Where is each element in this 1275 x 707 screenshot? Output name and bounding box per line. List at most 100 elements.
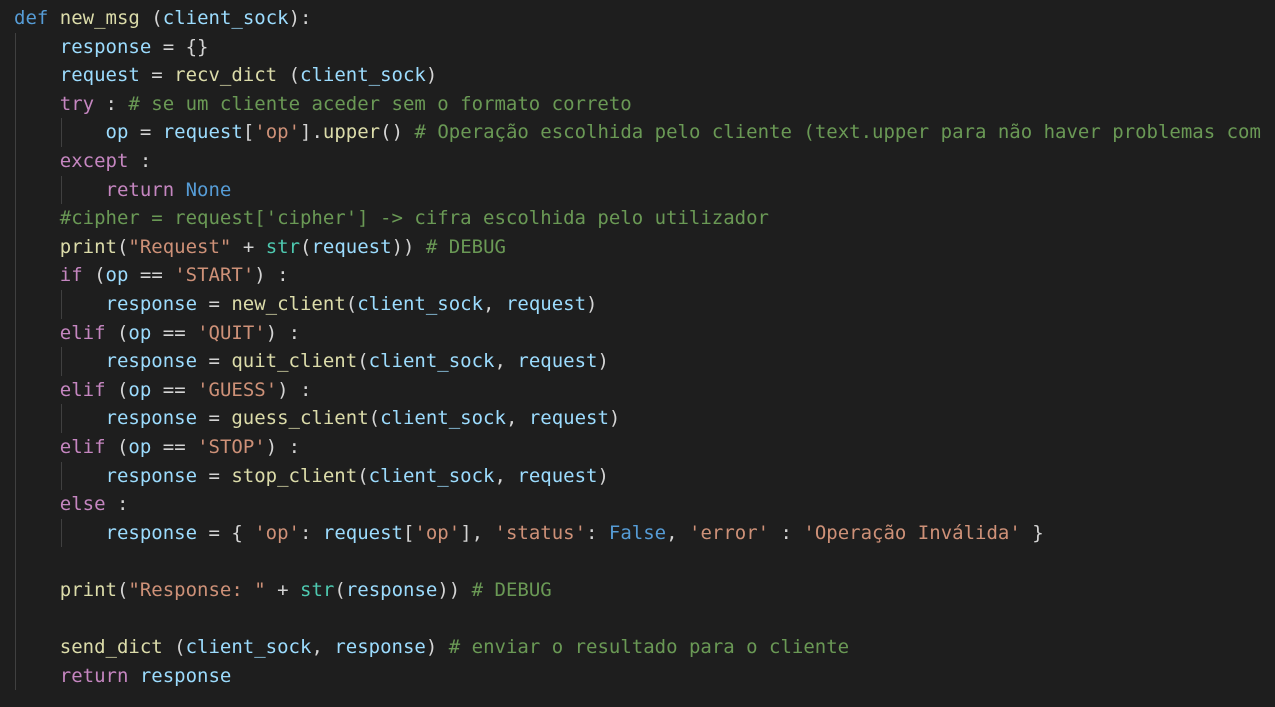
code-line[interactable]: return response: [14, 661, 1261, 691]
code-line[interactable]: except :: [14, 146, 1261, 176]
indent-guide: [15, 204, 16, 233]
code-token: (: [116, 578, 129, 601]
code-token: send_dict: [59, 636, 163, 659]
code-token: :: [94, 92, 129, 115]
code-token: op: [128, 321, 152, 344]
code-token: if: [59, 264, 83, 287]
code-token: "Response: ": [128, 578, 266, 601]
code-token: (: [300, 235, 312, 258]
code-token: :: [300, 521, 323, 544]
indent-guide: [60, 347, 62, 376]
code-line[interactable]: response = { 'op': request['op'], 'statu…: [14, 518, 1261, 548]
code-token: # se um cliente aceder sem o formato cor…: [128, 92, 632, 115]
code-token: (: [368, 407, 381, 430]
code-line[interactable]: elif (op == 'STOP') :: [14, 432, 1261, 462]
code-token: =: [197, 292, 232, 315]
code-line[interactable]: response = stop_client(client_sock, requ…: [14, 461, 1261, 491]
indent-guide: [15, 146, 16, 176]
code-line[interactable]: if (op == 'START') :: [14, 261, 1261, 290]
code-token: = {}: [151, 35, 209, 58]
code-line[interactable]: elif (op == 'QUIT') :: [14, 318, 1261, 348]
code-line[interactable]: else :: [14, 490, 1261, 519]
code-token: #cipher = request['cipher'] -> cifra esc…: [59, 207, 769, 230]
code-line[interactable]: def new_msg (client_sock):: [14, 4, 1261, 33]
code-line[interactable]: print("Request" + str(request)) # DEBUG: [14, 232, 1261, 262]
code-token: =: [197, 464, 232, 487]
code-token: False: [608, 521, 667, 544]
code-line[interactable]: response = {}: [14, 32, 1261, 62]
code-line[interactable]: op = request['op'].upper() # Operação es…: [14, 118, 1261, 147]
code-token: response: [105, 292, 198, 315]
indent-guide: [15, 118, 16, 147]
code-token: response: [334, 636, 426, 659]
code-token: 'QUIT': [197, 321, 266, 344]
code-token: except: [59, 149, 129, 172]
indent-guide: [15, 232, 16, 262]
code-token: ==: [151, 378, 198, 401]
code-token: op: [128, 378, 152, 401]
code-token: else: [59, 493, 106, 516]
code-line[interactable]: response = guess_client(client_sock, req…: [14, 404, 1261, 433]
code-lines: def new_msg (client_sock): response = {}…: [14, 4, 1261, 691]
code-line[interactable]: [14, 604, 1261, 634]
code-token: (: [116, 235, 129, 258]
code-token: response: [345, 578, 438, 601]
code-token: elif: [59, 321, 106, 344]
code-line[interactable]: send_dict (client_sock, response) # envi…: [14, 633, 1261, 662]
code-token: :: [128, 149, 152, 172]
code-token: ,: [494, 464, 518, 487]
indent-guide: [60, 175, 62, 205]
code-token: (: [82, 264, 106, 287]
code-token: 'Operação Inválida': [803, 521, 1021, 544]
indent-guide: [15, 661, 16, 691]
code-token: response: [105, 464, 198, 487]
indent-guide: [15, 32, 16, 62]
code-token: elif: [59, 435, 106, 458]
indent-guide: [15, 61, 16, 90]
code-line[interactable]: #cipher = request['cipher'] -> cifra esc…: [14, 204, 1261, 233]
code-token: request: [517, 464, 598, 487]
code-token: (: [357, 464, 369, 487]
code-line[interactable]: return None: [14, 175, 1261, 205]
code-line[interactable]: request = recv_dict (client_sock): [14, 61, 1261, 90]
code-token: client_sock: [185, 636, 312, 659]
code-token: ): [425, 636, 449, 659]
indent-guide: [15, 404, 16, 433]
code-editor[interactable]: def new_msg (client_sock): response = {}…: [0, 0, 1275, 707]
code-token: client_sock: [300, 64, 426, 87]
indent-guide: [60, 461, 62, 491]
code-token: response: [105, 350, 198, 373]
code-token: ) :: [254, 264, 289, 287]
code-line[interactable]: response = quit_client(client_sock, requ…: [14, 347, 1261, 376]
indent-guide: [15, 547, 16, 576]
code-line[interactable]: elif (op == 'GUESS') :: [14, 375, 1261, 405]
code-token: None: [185, 178, 232, 201]
code-token: response: [105, 407, 198, 430]
code-token: return: [59, 664, 129, 687]
code-token: new_msg: [59, 7, 140, 29]
code-line[interactable]: response = new_client(client_sock, reque…: [14, 289, 1261, 319]
code-token: request: [517, 350, 598, 373]
code-line[interactable]: [14, 547, 1261, 576]
code-token: (: [105, 321, 129, 344]
code-token: 'op': [414, 521, 461, 544]
code-token: :: [105, 493, 129, 516]
code-token: (: [105, 378, 129, 401]
code-line[interactable]: try : # se um cliente aceder sem o forma…: [14, 89, 1261, 119]
code-token: client_sock: [368, 464, 495, 487]
code-token: return: [105, 178, 175, 201]
code-token: # Operação escolhida pelo cliente (text.…: [414, 121, 1261, 144]
code-token: (: [139, 7, 163, 29]
code-token: ) :: [277, 378, 312, 401]
code-line[interactable]: print("Response: " + str(response)) # DE…: [14, 575, 1261, 605]
indent-guide: [15, 633, 16, 662]
